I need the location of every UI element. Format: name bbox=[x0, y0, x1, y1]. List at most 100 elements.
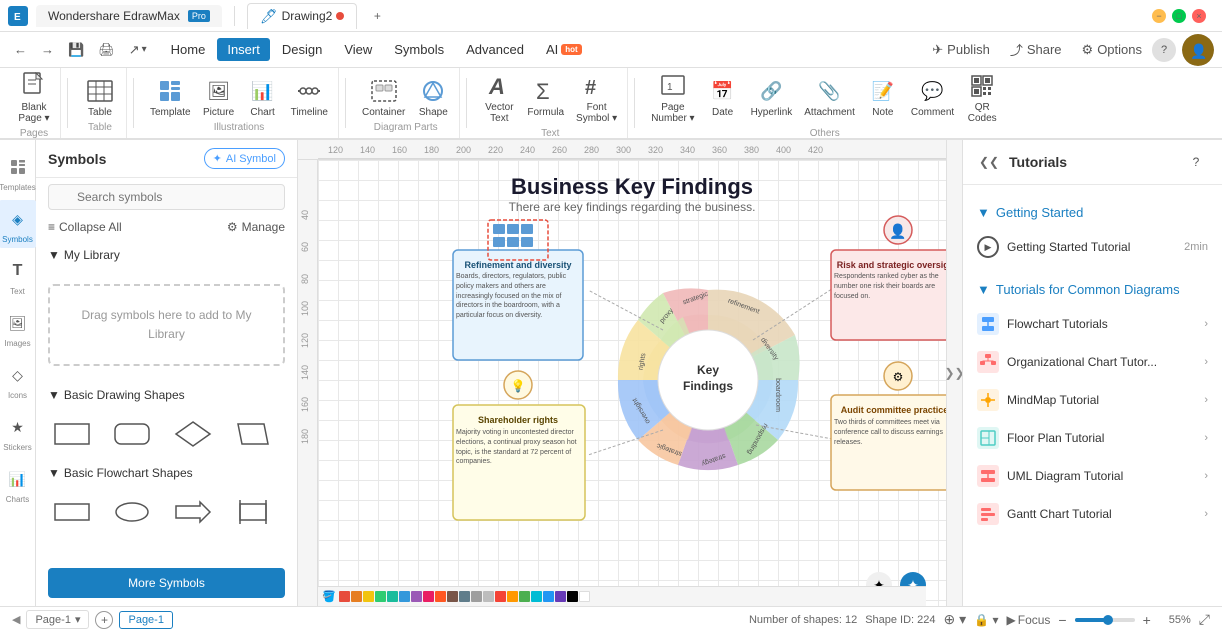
collapse-all-button[interactable]: ≡ Collapse All bbox=[48, 220, 122, 234]
getting-started-header[interactable]: ▼ Getting Started bbox=[963, 197, 1222, 228]
save-button[interactable]: 💾 bbox=[62, 38, 90, 62]
color-amber[interactable] bbox=[507, 591, 518, 602]
mindmap-tutorial[interactable]: MindMap Tutorial › bbox=[963, 381, 1222, 419]
canvas-area[interactable]: 120 140 160 180 200 220 240 260 280 300 … bbox=[298, 140, 946, 606]
qrcodes-button[interactable]: QRCodes bbox=[960, 68, 1004, 128]
menu-symbols[interactable]: Symbols bbox=[384, 38, 454, 61]
template-button[interactable]: Template bbox=[144, 73, 197, 122]
color-white[interactable] bbox=[579, 591, 590, 602]
color-brightred[interactable] bbox=[495, 591, 506, 602]
uml-tutorial[interactable]: UML Diagram Tutorial › bbox=[963, 457, 1222, 495]
color-blue2[interactable] bbox=[543, 591, 554, 602]
common-diagrams-header[interactable]: ▼ Tutorials for Common Diagrams bbox=[963, 274, 1222, 305]
color-blue[interactable] bbox=[399, 591, 410, 602]
shape-parallelogram[interactable] bbox=[229, 416, 277, 452]
zoom-out-button[interactable]: − bbox=[1058, 612, 1066, 628]
right-panel-collapse[interactable]: ❯❯ bbox=[946, 140, 962, 606]
color-deeporange[interactable] bbox=[435, 591, 446, 602]
flowchart-cylinder[interactable] bbox=[229, 494, 277, 530]
nav-back-button[interactable]: ← bbox=[8, 38, 33, 61]
menu-advanced[interactable]: Advanced bbox=[456, 38, 534, 61]
vectortext-button[interactable]: A VectorText bbox=[477, 68, 521, 128]
color-cyan[interactable] bbox=[531, 591, 542, 602]
color-lightgrey[interactable] bbox=[483, 591, 494, 602]
add-tab-button[interactable]: + bbox=[365, 4, 389, 28]
vert-symbols[interactable]: ◈ Symbols bbox=[0, 200, 37, 248]
color-grey[interactable] bbox=[459, 591, 470, 602]
blank-page-button[interactable]: BlankPage ▾ bbox=[12, 68, 56, 128]
color-green[interactable] bbox=[375, 591, 386, 602]
menu-home[interactable]: Home bbox=[161, 38, 216, 61]
fit-screen-button[interactable]: ⤢ bbox=[1199, 611, 1210, 628]
canvas-content[interactable]: Business Key Findings There are key find… bbox=[318, 160, 946, 606]
manage-button[interactable]: ⚙ Manage bbox=[227, 220, 285, 234]
shape-button[interactable]: Shape bbox=[411, 73, 455, 122]
print-button[interactable]: 🖨 bbox=[92, 38, 121, 62]
container-button[interactable]: Container bbox=[356, 73, 411, 122]
prev-page-button[interactable]: ◀ bbox=[12, 613, 20, 626]
page1-tab[interactable]: Page-1 ▾ bbox=[26, 610, 89, 629]
basic-flowchart-header[interactable]: ▼ Basic Flowchart Shapes bbox=[36, 460, 297, 486]
menu-design[interactable]: Design bbox=[272, 38, 332, 61]
zoom-slider[interactable] bbox=[1075, 618, 1135, 622]
color-yellow[interactable] bbox=[363, 591, 374, 602]
vert-stickers[interactable]: ★ Stickers bbox=[3, 408, 33, 456]
color-deeppurple[interactable] bbox=[555, 591, 566, 602]
vert-images[interactable]: 🖼 Images bbox=[3, 304, 33, 352]
hyperlink-button[interactable]: 🔗 Hyperlink bbox=[745, 73, 799, 122]
flowchart-arrow[interactable] bbox=[169, 494, 217, 530]
shape-rounded-rect[interactable] bbox=[108, 416, 156, 452]
vert-icons[interactable]: ◇ Icons bbox=[3, 356, 33, 404]
color-black[interactable] bbox=[567, 591, 578, 602]
pagenumber-button[interactable]: 1 PageNumber ▾ bbox=[645, 68, 700, 128]
getting-started-tutorial[interactable]: ▶ Getting Started Tutorial 2min bbox=[963, 228, 1222, 266]
floorplan-tutorial[interactable]: Floor Plan Tutorial › bbox=[963, 419, 1222, 457]
flowchart-rect[interactable] bbox=[48, 494, 96, 530]
color-medgrey[interactable] bbox=[471, 591, 482, 602]
flowchart-tutorial[interactable]: Flowchart Tutorials › bbox=[963, 305, 1222, 343]
panel-help-icon[interactable]: ? bbox=[1184, 150, 1208, 174]
nav-forward-button[interactable]: → bbox=[35, 38, 60, 61]
add-page-button[interactable]: + bbox=[95, 611, 113, 629]
gantt-tutorial[interactable]: Gantt Chart Tutorial › bbox=[963, 495, 1222, 533]
color-teal[interactable] bbox=[387, 591, 398, 602]
picture-button[interactable]: 🖼 Picture bbox=[197, 73, 241, 122]
tab-drawing[interactable]: 🖊 Drawing2 bbox=[247, 3, 357, 29]
attachment-button[interactable]: 📎 Attachment bbox=[798, 73, 861, 122]
minimize-button[interactable]: − bbox=[1152, 9, 1166, 23]
color-brown[interactable] bbox=[447, 591, 458, 602]
menu-view[interactable]: View bbox=[334, 38, 382, 61]
color-fill-icon[interactable]: 🪣 bbox=[322, 590, 336, 603]
comment-button[interactable]: 💬 Comment bbox=[905, 73, 960, 122]
lock-icon[interactable]: 🔒 ▾ bbox=[974, 613, 998, 627]
tab-app[interactable]: Wondershare EdrawMax Pro bbox=[36, 5, 222, 27]
date-button[interactable]: 📅 Date bbox=[701, 73, 745, 122]
shape-diamond[interactable] bbox=[169, 416, 217, 452]
layers-icon[interactable]: ⊕ ▾ bbox=[944, 611, 967, 628]
vert-templates[interactable]: Templates bbox=[0, 148, 36, 196]
color-purple[interactable] bbox=[411, 591, 422, 602]
panel-collapse-button[interactable]: ❮❮ bbox=[977, 150, 1001, 174]
options-button[interactable]: ⚙ Options bbox=[1072, 38, 1152, 62]
share-button[interactable]: ⤴ Share bbox=[1000, 36, 1072, 63]
user-avatar[interactable]: 👤 bbox=[1182, 34, 1214, 66]
focus-button[interactable]: ▶ Focus bbox=[1007, 613, 1051, 627]
current-page-tab[interactable]: Page-1 bbox=[119, 611, 172, 629]
vert-text[interactable]: T Text bbox=[3, 252, 33, 300]
publish-button[interactable]: ✈ Publish bbox=[922, 38, 1000, 62]
vert-charts[interactable]: 📊 Charts bbox=[3, 460, 33, 508]
search-input[interactable] bbox=[48, 184, 285, 210]
formula-button[interactable]: Σ Formula bbox=[521, 73, 570, 122]
color-pink[interactable] bbox=[423, 591, 434, 602]
close-button[interactable]: × bbox=[1192, 9, 1206, 23]
ai-symbol-button[interactable]: ✦ AI Symbol bbox=[204, 148, 285, 169]
zoom-in-button[interactable]: + bbox=[1143, 612, 1151, 628]
menu-insert[interactable]: Insert bbox=[217, 38, 270, 61]
chart-button[interactable]: 📊 Chart bbox=[241, 73, 285, 122]
shape-rectangle[interactable] bbox=[48, 416, 96, 452]
note-button[interactable]: 📝 Note bbox=[861, 73, 905, 122]
help-button[interactable]: ? bbox=[1152, 38, 1176, 62]
timeline-button[interactable]: Timeline bbox=[285, 73, 334, 122]
more-symbols-button[interactable]: More Symbols bbox=[48, 568, 285, 598]
table-button[interactable]: Table bbox=[78, 73, 122, 122]
